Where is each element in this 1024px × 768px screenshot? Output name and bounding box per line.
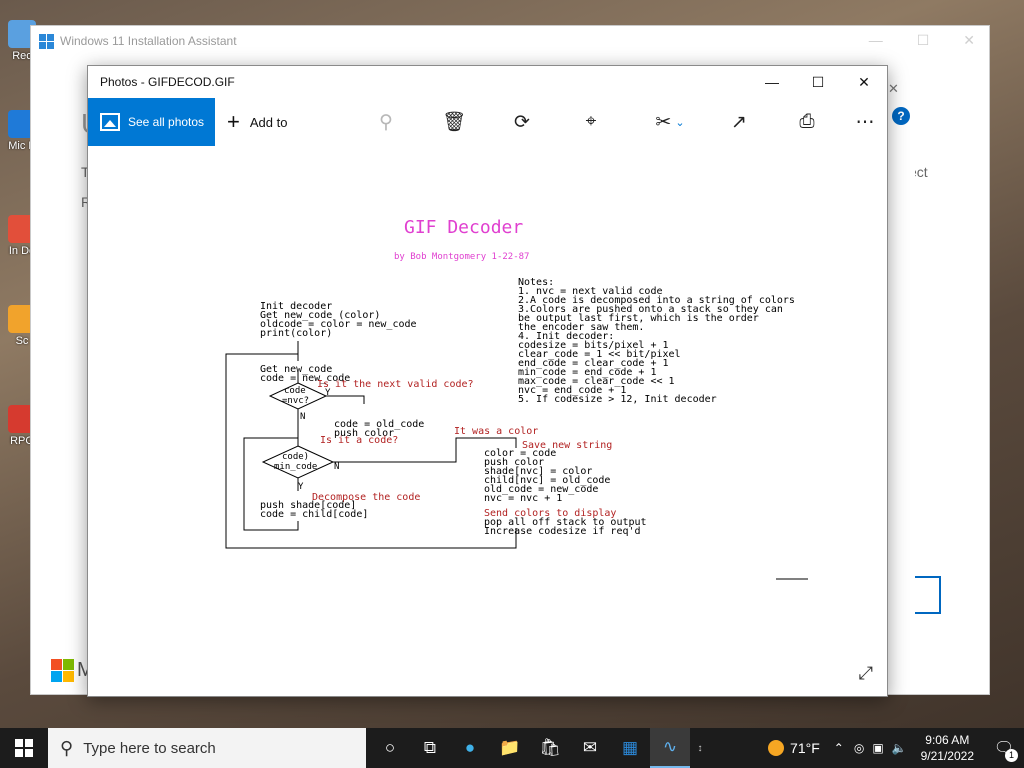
flow-text-line: Increase codesize if req'd [484, 526, 641, 537]
yes-label: Y [298, 482, 304, 492]
close-icon[interactable]: ✕ [888, 81, 899, 97]
logo-square [63, 659, 74, 670]
windows-app-icon[interactable]: ▦ [610, 728, 650, 768]
share-icon[interactable]: ↗ [724, 98, 754, 146]
help-icon[interactable]: ? [892, 107, 910, 125]
dialog-edge: ✕ ? [885, 75, 915, 675]
gif-title: GIF Decoder [404, 217, 523, 238]
see-all-photos-label: See all photos [128, 115, 205, 129]
diamond1-line2: =nvc? [282, 396, 309, 406]
camera-icon[interactable]: ◎ [854, 741, 864, 755]
logo-square [63, 671, 74, 682]
start-button[interactable] [0, 728, 48, 768]
file-explorer-icon[interactable]: 📁 [490, 728, 530, 768]
notes-block: Notes:1. nvc = next valid code2.A code i… [518, 277, 795, 405]
bg-window-title: Windows 11 Installation Assistant [60, 34, 237, 48]
taskbar: ⚲ Type here to search ○ ⧉ ● 📁 🛍 ✉ ▦ ∿ ↕ … [0, 728, 1024, 768]
save-block: color = codepush colorshade[nvc] = color… [484, 448, 610, 504]
bg-titlebar: Windows 11 Installation Assistant [31, 26, 989, 56]
photos-window-title: Photos - GIFDECOD.GIF [100, 75, 235, 89]
search-icon: ⚲ [60, 737, 74, 758]
search-placeholder: Type here to search [83, 739, 216, 757]
delete-icon[interactable]: 🗑 [439, 98, 469, 146]
cortana-icon[interactable]: ○ [370, 728, 410, 768]
add-to-button[interactable]: + Add to [227, 109, 287, 135]
store-icon[interactable]: 🛍 [530, 728, 570, 768]
microsoft-logo-icon [51, 659, 74, 682]
crop-icon[interactable]: ⌖ [576, 98, 606, 146]
windows-logo-icon [39, 33, 54, 49]
photos-toolbar: See all photos + Add to ⚲ 🗑 ⟳ ⌖ ✂ ⌄ ↗ ⎙ ⋯ [88, 98, 887, 146]
zoom-icon[interactable]: ⚲ [371, 98, 401, 146]
network-icon[interactable]: ▣ [872, 741, 883, 755]
notifications-button[interactable]: 🗨 1 [984, 728, 1024, 768]
gif-image: GIF Decoder by Bob Montgomery 1-22-87 In… [225, 217, 808, 580]
logo-square [51, 659, 62, 670]
question-2: Is it a code? [320, 435, 398, 446]
diamond1-line1: code [284, 386, 306, 396]
rotate-icon[interactable]: ⟳ [507, 98, 537, 146]
weather-sun-icon [768, 740, 785, 756]
clock-date: 9/21/2022 [920, 749, 974, 763]
weather-temp[interactable]: 71°F [790, 740, 820, 756]
notes-line: 5. If codesize > 12, Init decoder [518, 394, 717, 405]
clock[interactable]: 9:06 AM 9/21/2022 [921, 732, 974, 764]
volume-icon[interactable]: 🔈 [892, 741, 907, 755]
diamond2-line1: code) [282, 452, 309, 462]
maximize-icon[interactable]: ☐ [917, 32, 930, 49]
more-icon[interactable]: ⋯ [850, 98, 880, 146]
chevron-down-icon: ⌄ [675, 116, 685, 129]
add-to-label: Add to [249, 114, 288, 130]
it-was-color-label: It was a color [454, 426, 538, 437]
close-icon[interactable]: ✕ [963, 32, 975, 49]
photo-icon [100, 113, 120, 131]
photos-window: Photos - GIFDECOD.GIF — ☐ ✕ See all phot… [87, 65, 888, 697]
edit-icon[interactable]: ✂ ⌄ [648, 98, 692, 146]
maximize-icon[interactable]: ☐ [795, 66, 841, 98]
minimize-icon[interactable]: — [749, 66, 795, 98]
flow-text-line: print(color) [260, 328, 332, 339]
photos-app-icon[interactable]: ∿ [650, 728, 690, 768]
task-view-icon[interactable]: ⧉ [410, 728, 450, 768]
edge-icon[interactable]: ● [450, 728, 490, 768]
question-1: Is it the next valid code? [317, 379, 474, 390]
notification-count: 1 [1005, 749, 1018, 762]
minimize-icon[interactable]: — [869, 32, 883, 49]
tray-chevron-icon[interactable]: ⌃ [834, 741, 844, 755]
plus-icon: + [227, 109, 240, 134]
print-icon[interactable]: ⎙ [792, 98, 822, 146]
windows-start-icon [15, 739, 33, 757]
fullscreen-icon[interactable]: ⤢ [859, 663, 873, 684]
overflow-chevron-icon[interactable]: ↕ [690, 728, 710, 768]
no-label: N [300, 412, 305, 422]
see-all-photos-button[interactable]: See all photos [88, 98, 215, 146]
send-block: pop all off stack to outputIncrease code… [484, 517, 647, 537]
bg-window-controls: — ☐ ✕ [869, 32, 975, 49]
gif-byline: by Bob Montgomery 1-22-87 [394, 252, 529, 262]
photos-window-controls: — ☐ ✕ [749, 66, 887, 98]
flow-text-line: code = child[code] [260, 509, 368, 520]
clock-time: 9:06 AM [925, 733, 970, 747]
logo-square [51, 671, 62, 682]
init-block: Init decoderGet new_code (color)oldcode … [260, 301, 417, 339]
system-tray: 71°F ⌃ ◎ ▣ 🔈 9:06 AM 9/21/2022 🗨 1 [768, 728, 1024, 768]
flow-text-line: nvc = nvc + 1 [484, 493, 562, 504]
taskbar-search-box[interactable]: ⚲ Type here to search [48, 728, 366, 768]
no-label: N [334, 462, 339, 472]
close-icon[interactable]: ✕ [841, 66, 887, 98]
decompose-block: push shade[code]code = child[code] [260, 500, 368, 520]
mail-icon[interactable]: ✉ [570, 728, 610, 768]
diamond2-line2: min_code [274, 462, 317, 472]
